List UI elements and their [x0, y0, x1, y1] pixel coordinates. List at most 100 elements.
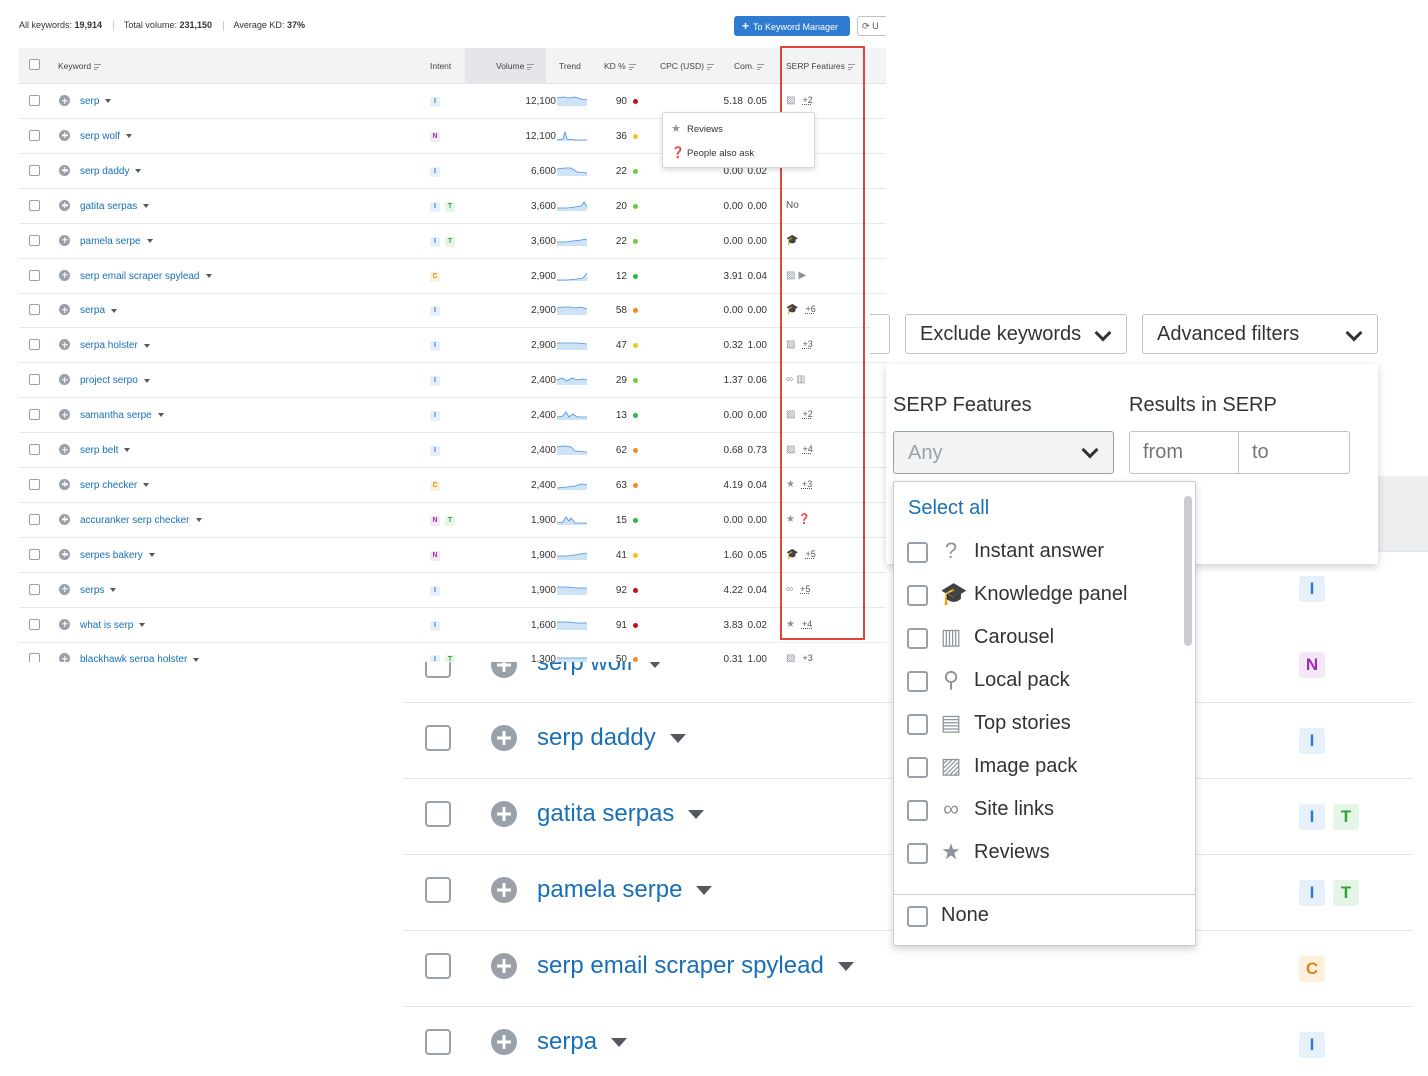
keyword-link[interactable]: gatita serpas	[537, 800, 705, 828]
keyword-link[interactable]: serpa	[537, 1028, 628, 1056]
add-keyword-icon[interactable]	[59, 548, 70, 560]
caret-down-icon[interactable]	[688, 810, 705, 820]
caret-down-icon[interactable]	[195, 518, 202, 523]
add-keyword-icon[interactable]	[59, 269, 70, 281]
advanced-filters-button[interactable]: Advanced filters	[1142, 314, 1378, 354]
row-checkbox[interactable]	[29, 95, 40, 106]
caret-down-icon[interactable]	[669, 734, 686, 744]
add-keyword-icon[interactable]	[491, 725, 517, 751]
column-header-keyword[interactable]: Keyword	[58, 61, 102, 71]
add-keyword-icon[interactable]	[59, 374, 70, 386]
sort-icon[interactable]	[757, 63, 765, 70]
add-keyword-icon[interactable]	[59, 653, 70, 662]
keyword-link[interactable]: serps	[80, 585, 117, 596]
caret-down-icon[interactable]	[126, 134, 133, 139]
column-header-kd[interactable]: KD %	[604, 61, 636, 71]
column-header-cpc[interactable]: CPC (USD)	[660, 61, 714, 71]
sort-icon[interactable]	[94, 63, 102, 70]
row-checkbox[interactable]	[29, 199, 40, 211]
add-keyword-icon[interactable]	[491, 953, 517, 979]
row-checkbox[interactable]	[29, 234, 40, 246]
caret-down-icon[interactable]	[205, 273, 212, 278]
caret-down-icon[interactable]	[837, 962, 854, 972]
caret-down-icon[interactable]	[105, 99, 112, 104]
keyword-link[interactable]: serp belt	[80, 445, 131, 456]
option-checkbox[interactable]	[907, 671, 928, 692]
keyword-link[interactable]: serp wolf	[80, 131, 133, 142]
caret-down-icon[interactable]	[157, 413, 164, 418]
keyword-link[interactable]: accuranker serp checker	[80, 515, 202, 526]
row-checkbox[interactable]	[425, 1029, 451, 1055]
keyword-link[interactable]: blackhawk serpa holster	[80, 654, 200, 662]
caret-down-icon[interactable]	[143, 343, 150, 348]
filter-button-partial[interactable]	[870, 314, 890, 354]
caret-down-icon[interactable]	[139, 622, 146, 627]
add-keyword-icon[interactable]	[491, 1029, 517, 1055]
add-keyword-icon[interactable]	[59, 199, 70, 211]
caret-down-icon[interactable]	[146, 238, 153, 243]
option-local-pack[interactable]: ⚲ Local pack	[907, 664, 1187, 700]
row-checkbox[interactable]	[29, 653, 40, 662]
add-keyword-icon[interactable]	[59, 164, 70, 176]
row-checkbox[interactable]	[425, 725, 451, 751]
serp-features-cell[interactable]: ▨ +3	[786, 653, 813, 662]
row-checkbox[interactable]	[29, 409, 40, 421]
option-reviews[interactable]: ★ Reviews	[907, 836, 1187, 872]
row-checkbox[interactable]	[29, 618, 40, 630]
keyword-link[interactable]: what is serp	[80, 620, 146, 631]
caret-down-icon[interactable]	[696, 886, 713, 896]
add-keyword-icon[interactable]	[59, 95, 70, 106]
sort-icon[interactable]	[628, 63, 636, 70]
row-checkbox[interactable]	[29, 339, 40, 351]
option-instant-answer[interactable]: ? Instant answer	[907, 535, 1187, 571]
caret-down-icon[interactable]	[135, 169, 142, 174]
option-checkbox[interactable]	[907, 542, 928, 563]
add-keyword-icon[interactable]	[491, 877, 517, 903]
option-site-links[interactable]: ∞ Site links	[907, 793, 1187, 829]
row-checkbox[interactable]	[425, 877, 451, 903]
caret-down-icon[interactable]	[193, 657, 200, 662]
caret-down-icon[interactable]	[148, 553, 155, 558]
select-all-link[interactable]: Select all	[908, 497, 989, 520]
update-button[interactable]: ⟳ U	[857, 16, 886, 36]
keyword-link[interactable]: samantha serpe	[80, 410, 164, 421]
caret-down-icon[interactable]	[110, 587, 117, 592]
add-keyword-icon[interactable]	[59, 513, 70, 525]
option-knowledge-panel[interactable]: 🎓 Knowledge panel	[907, 578, 1187, 614]
keyword-link[interactable]: serpa	[80, 305, 118, 316]
row-checkbox[interactable]	[29, 478, 40, 490]
row-checkbox[interactable]	[29, 304, 40, 316]
add-keyword-icon[interactable]	[59, 234, 70, 246]
keyword-link[interactable]: serpa holster	[80, 340, 150, 351]
option-checkbox[interactable]	[907, 628, 928, 649]
add-keyword-icon[interactable]	[491, 801, 517, 827]
sort-icon[interactable]	[527, 63, 535, 70]
column-header-volume[interactable]: Volume	[496, 61, 535, 71]
option-checkbox[interactable]	[907, 800, 928, 821]
add-keyword-icon[interactable]	[59, 409, 70, 421]
serp-features-select[interactable]: Any	[893, 431, 1114, 474]
option-checkbox[interactable]	[907, 714, 928, 735]
row-checkbox[interactable]	[29, 513, 40, 525]
row-checkbox[interactable]	[29, 583, 40, 595]
keyword-link[interactable]: serpes bakery	[80, 550, 155, 561]
row-checkbox[interactable]	[425, 801, 451, 827]
caret-down-icon[interactable]	[124, 448, 131, 453]
keyword-link[interactable]: serp daddy	[537, 724, 686, 752]
keyword-link[interactable]: pamela serpe	[537, 876, 713, 904]
row-checkbox[interactable]	[29, 129, 40, 141]
to-keyword-manager-button[interactable]: + To Keyword Manager	[734, 16, 850, 36]
results-from-input[interactable]	[1129, 431, 1239, 474]
column-header-com[interactable]: Com.	[734, 61, 765, 71]
row-checkbox[interactable]	[29, 444, 40, 455]
add-keyword-icon[interactable]	[59, 618, 70, 630]
keyword-link[interactable]: project serpo	[80, 375, 150, 386]
option-none[interactable]: None	[907, 899, 1187, 935]
add-keyword-icon[interactable]	[59, 444, 70, 455]
row-checkbox[interactable]	[29, 548, 40, 560]
add-keyword-icon[interactable]	[59, 339, 70, 351]
select-all-checkbox[interactable]	[29, 59, 40, 70]
caret-down-icon[interactable]	[143, 378, 150, 383]
add-keyword-icon[interactable]	[59, 304, 70, 316]
keyword-link[interactable]: gatita serpas	[80, 201, 150, 212]
